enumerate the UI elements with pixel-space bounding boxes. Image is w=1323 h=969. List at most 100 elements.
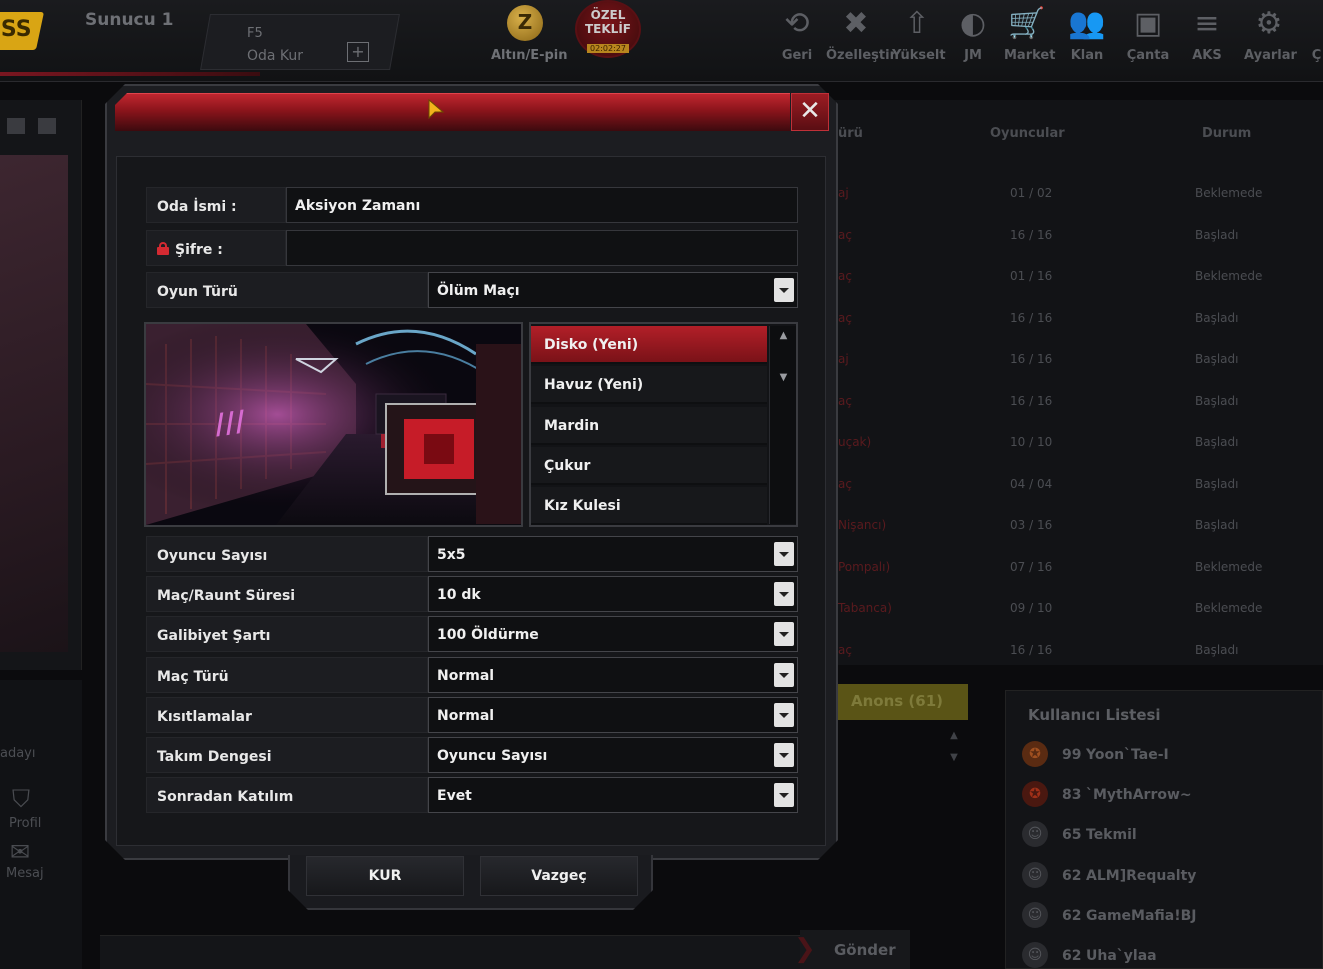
- message-label[interactable]: Mesaj: [6, 866, 44, 881]
- user-level: 62: [1062, 907, 1082, 924]
- user-row[interactable]: ☺ 62 Uha`ylaa: [1020, 942, 1320, 969]
- room-name-label: Oda İsmi :: [146, 187, 286, 223]
- setting-value: 5x5: [437, 547, 466, 563]
- room-status: Başladı: [1195, 642, 1239, 657]
- room-players: 16 / 16: [1010, 227, 1053, 242]
- room-row[interactable]: aj 16 / 16 Başladı: [830, 340, 1323, 381]
- room-name-row: Oda İsmi : Aksiyon Zamanı: [146, 187, 798, 223]
- cancel-button[interactable]: Vazgeç: [480, 856, 638, 896]
- game-type-select[interactable]: Ölüm Maçı: [428, 272, 798, 308]
- chevron-down-icon[interactable]: [774, 702, 794, 727]
- room-name: aç: [838, 227, 852, 242]
- profile-label[interactable]: Profil: [9, 816, 41, 831]
- chevron-down-icon[interactable]: [774, 662, 794, 687]
- room-name: uçak): [838, 435, 872, 449]
- mail-icon[interactable]: ✉: [10, 838, 30, 866]
- create-button[interactable]: KUR: [306, 856, 464, 896]
- room-row[interactable]: Pompalı) 07 / 16 Beklemede: [830, 548, 1323, 589]
- rank-icon: ✪: [1022, 741, 1048, 767]
- gold-coin-icon[interactable]: Z: [507, 5, 543, 41]
- chevron-down-icon[interactable]: [774, 278, 794, 302]
- rank-icon: ☺: [1022, 901, 1048, 928]
- gold-label[interactable]: Altın/E-pin: [491, 48, 567, 63]
- setting-select[interactable]: Normal: [428, 696, 798, 733]
- chevron-down-icon[interactable]: [774, 783, 794, 808]
- map-list-scrollbar[interactable]: ▲ ▼: [769, 326, 796, 524]
- nav-back[interactable]: ⟲ Geri: [776, 0, 818, 72]
- setting-row: Sonradan Katılım Evet: [146, 777, 798, 814]
- map-item[interactable]: Disko (Yeni): [531, 326, 767, 364]
- nav-aks[interactable]: ≡ AKS: [1188, 0, 1226, 72]
- plus-icon[interactable]: +: [347, 42, 369, 62]
- nav-customize[interactable]: ✖ Özelleştir: [826, 0, 896, 72]
- room-row[interactable]: aç 04 / 04 Başladı: [830, 465, 1323, 506]
- room-row[interactable]: aç 16 / 16 Başladı: [830, 631, 1323, 672]
- setting-select[interactable]: 100 Öldürme: [428, 616, 798, 653]
- dialog-title-bar[interactable]: [115, 93, 790, 131]
- room-row[interactable]: aç 01 / 16 Beklemede: [830, 257, 1323, 298]
- setting-select[interactable]: Normal: [428, 656, 798, 693]
- room-row[interactable]: aç 16 / 16 Başladı: [830, 299, 1323, 340]
- setting-select[interactable]: Oyuncu Sayısı: [428, 737, 798, 773]
- user-name: ALM]Requalty: [1086, 867, 1197, 884]
- nav-bag[interactable]: ▣ Çanta: [1126, 0, 1170, 72]
- nav-market[interactable]: 🛒 Market: [1004, 0, 1056, 72]
- scroll-up-icon[interactable]: ▲: [770, 330, 797, 341]
- setting-label: Takım Dengesi: [146, 737, 428, 773]
- close-button[interactable]: ✕: [791, 93, 829, 131]
- chevron-down-icon[interactable]: [774, 622, 794, 647]
- rank-icon: ☺: [1022, 861, 1048, 888]
- room-status: Başladı: [1195, 227, 1239, 242]
- profile-icon[interactable]: ⛉: [12, 785, 30, 813]
- col-header-status: Durum: [1202, 126, 1252, 141]
- col-header-type: ürü: [838, 126, 863, 141]
- chat-input-bar[interactable]: [100, 935, 800, 969]
- nav-jm[interactable]: ◐ JM: [952, 0, 994, 72]
- setting-label: Oyuncu Sayısı: [146, 536, 428, 572]
- room-name-input[interactable]: Aksiyon Zamanı: [286, 187, 798, 223]
- map-item[interactable]: Havuz (Yeni): [531, 366, 767, 405]
- send-arrow-icon: ❯: [794, 934, 816, 964]
- announcements-tab[interactable]: Anons (61): [838, 684, 968, 720]
- setting-select[interactable]: 10 dk: [428, 576, 798, 613]
- nav-settings[interactable]: ⚙ Ayarlar: [1244, 0, 1297, 72]
- nav-label: Market: [1004, 48, 1056, 63]
- room-row[interactable]: uçak) 10 / 10 Başladı: [830, 423, 1323, 464]
- room-row[interactable]: Tabanca) 09 / 10 Beklemede: [830, 589, 1323, 630]
- map-item[interactable]: Kız Kulesi: [531, 487, 767, 526]
- user-row[interactable]: ✪ 83 `MythArrow~: [1020, 781, 1320, 811]
- room-status: Başladı: [1195, 435, 1239, 449]
- room-row[interactable]: aj 01 / 02 Beklemede: [830, 174, 1323, 215]
- map-item[interactable]: Mardin: [531, 406, 767, 445]
- setting-select[interactable]: 5x5: [428, 536, 798, 572]
- chevron-down-icon[interactable]: [774, 582, 794, 607]
- user-row[interactable]: ✪ 99 Yoon`Tae-I: [1020, 741, 1320, 771]
- nav-label: Çanta: [1126, 48, 1170, 63]
- room-row[interactable]: Nişancı) 03 / 16 Başladı: [830, 506, 1323, 547]
- room-tab-label[interactable]: Oda Kur: [247, 48, 303, 64]
- game-type-label: Oyun Türü: [146, 272, 428, 308]
- room-row[interactable]: aç 16 / 16 Başladı: [830, 382, 1323, 423]
- setting-select[interactable]: Evet: [428, 777, 798, 814]
- special-offer-badge[interactable]: ÖZEL TEKLİF 02:02:27: [575, 0, 641, 58]
- room-row[interactable]: aç 16 / 16 Başladı: [830, 216, 1323, 257]
- rank-icon: ✪: [1022, 781, 1048, 808]
- user-name: Yoon`Tae-I: [1086, 747, 1169, 763]
- room-players: 07 / 16: [1010, 559, 1053, 574]
- user-row[interactable]: ☺ 62 ALM]Requalty: [1020, 861, 1320, 892]
- setting-row: Maç Türü Normal: [146, 656, 798, 693]
- chevron-down-icon[interactable]: [774, 743, 794, 767]
- user-row[interactable]: ☺ 62 GameMafia!BJ: [1020, 901, 1320, 932]
- room-players: 16 / 16: [1010, 393, 1053, 408]
- nav-upgrade[interactable]: ⇧ Yükselt: [892, 0, 946, 72]
- chat-scrollbar[interactable]: ▲ ▼: [944, 730, 964, 774]
- nav-exit[interactable]: Ç: [1310, 0, 1323, 72]
- user-row[interactable]: ☺ 65 Tekmil: [1020, 821, 1320, 851]
- send-button[interactable]: ❯ Gönder: [794, 930, 910, 969]
- password-input[interactable]: [286, 230, 798, 266]
- chevron-down-icon[interactable]: [774, 542, 794, 566]
- nav-clan[interactable]: 👥 Klan: [1066, 0, 1108, 72]
- scroll-down-icon[interactable]: ▼: [770, 372, 797, 383]
- map-item[interactable]: Çukur: [531, 446, 767, 485]
- game-type-row: Oyun Türü Ölüm Maçı: [146, 272, 798, 308]
